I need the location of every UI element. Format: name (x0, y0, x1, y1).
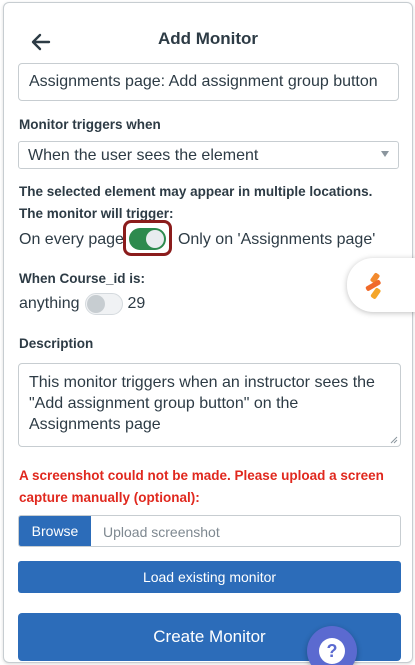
course-right-option: 29 (127, 295, 146, 312)
toggle-knob (86, 295, 105, 313)
course-toggle[interactable] (84, 293, 123, 315)
description-label: Description (19, 336, 94, 351)
triggers-label: Monitor triggers when (19, 117, 161, 132)
course-label: When Course_id is: (19, 271, 146, 286)
add-monitor-panel: Add Monitor Assignments page: Add assign… (3, 2, 413, 663)
location-info-line2: The monitor will trigger: (19, 206, 174, 221)
monitor-name-input[interactable]: Assignments page: Add assignment group b… (18, 63, 399, 101)
location-toggle-row: On every page Only on 'Assignments page' (19, 220, 376, 258)
description-textarea[interactable]: This monitor triggers when an instructor… (18, 363, 401, 447)
location-right-option: Only on 'Assignments page' (177, 231, 376, 248)
side-widget[interactable] (347, 258, 415, 312)
upload-screenshot-field[interactable]: Upload screenshot (91, 516, 400, 546)
triggers-selected-value: When the user sees the element (28, 147, 259, 164)
location-toggle-container (122, 220, 176, 258)
description-text: This monitor triggers when an instructor… (29, 374, 375, 433)
pendo-logo-icon (365, 272, 381, 299)
browse-button[interactable]: Browse (19, 516, 91, 546)
resize-handle-icon[interactable] (390, 436, 398, 444)
location-left-option: On every page (19, 231, 124, 248)
header: Add Monitor (4, 3, 412, 61)
toggle-knob (145, 230, 164, 248)
location-toggle[interactable] (128, 228, 166, 250)
question-icon: ? (319, 638, 345, 664)
page-title: Add Monitor (157, 29, 259, 48)
course-toggle-row: anything 29 (19, 293, 145, 315)
location-info-line1: The selected element may appear in multi… (19, 184, 373, 199)
triggers-select[interactable]: When the user sees the element (18, 141, 399, 169)
course-left-option: anything (19, 295, 80, 312)
chevron-down-icon (381, 151, 389, 157)
screenshot-error-message: A screenshot could not be made. Please u… (19, 468, 384, 505)
screenshot-upload: Browse Upload screenshot (18, 515, 401, 547)
load-existing-monitor-button[interactable]: Load existing monitor (18, 561, 401, 593)
